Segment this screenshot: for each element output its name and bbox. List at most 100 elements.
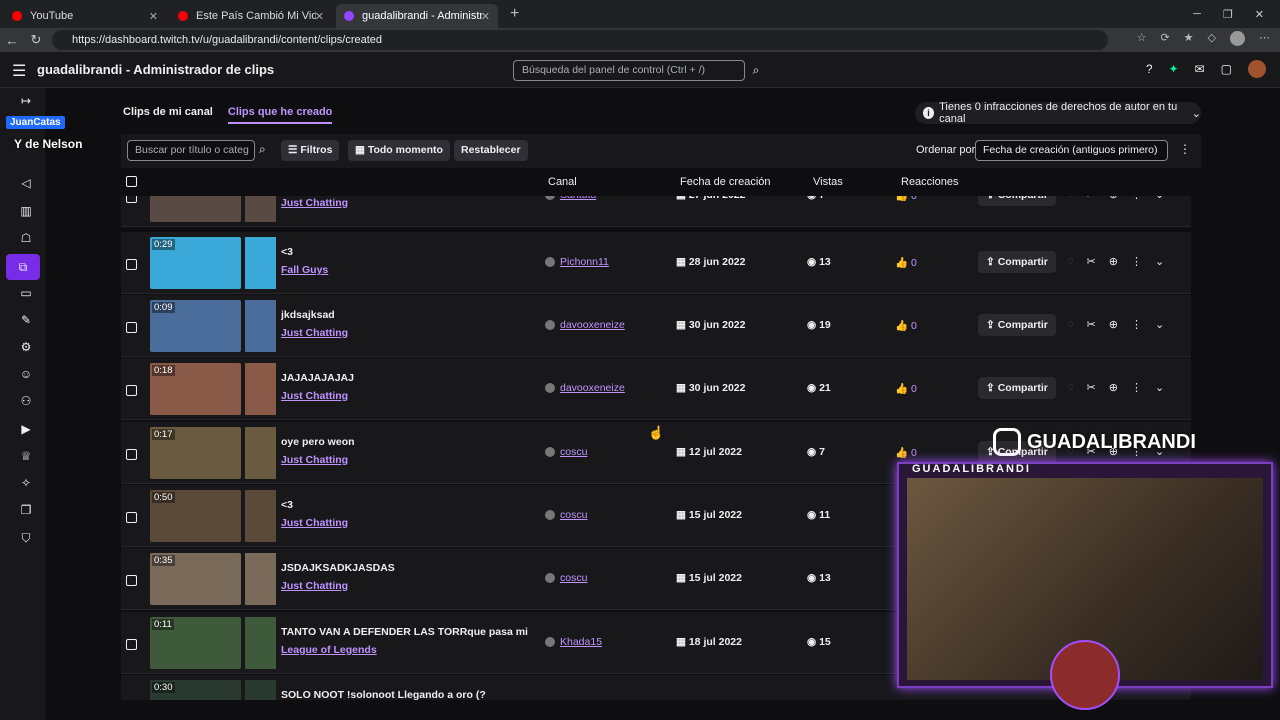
scissors-icon[interactable]: ✂ (1087, 318, 1096, 331)
sort-select[interactable]: Fecha de creación (antiguos primero) ⌄ (975, 140, 1168, 175)
row-checkbox[interactable] (126, 639, 137, 650)
chevron-down-icon[interactable]: ⌄ (1155, 318, 1164, 331)
search-icon[interactable]: ⌕ (259, 142, 266, 157)
row-checkbox[interactable] (126, 259, 137, 270)
clip-category-link[interactable]: Fall Guys (281, 264, 328, 276)
settings-icon[interactable]: ⚙ (14, 340, 38, 358)
minimize-icon[interactable]: ─ (1193, 8, 1201, 20)
column-channel[interactable]: Canal (548, 176, 577, 188)
scissors-icon[interactable]: ✂ (1087, 381, 1096, 394)
filters-button[interactable]: ☰ Filtros (281, 140, 340, 161)
browser-tab-video[interactable]: Este País Cambió Mi Vida - YouTu✕ (170, 4, 332, 28)
time-range-button[interactable]: ▦ Todo momento (348, 140, 450, 161)
channel-link[interactable]: davooxeneize (545, 382, 625, 394)
chevron-down-icon[interactable]: ⌄ (1155, 381, 1164, 394)
user-avatar[interactable] (1248, 60, 1266, 78)
row-checkbox[interactable] (126, 196, 137, 203)
clip-category-link[interactable]: Just Chatting (281, 390, 348, 402)
select-all-checkbox[interactable] (126, 176, 137, 187)
clip-reactions[interactable]: 👍 0 (895, 256, 917, 269)
emotes-icon[interactable]: ☺ (14, 367, 38, 385)
back-icon[interactable]: ← (0, 33, 24, 48)
row-checkbox[interactable] (126, 322, 137, 333)
more-icon[interactable]: ⋮ (1131, 318, 1142, 331)
channel-link[interactable]: coscu (545, 509, 587, 521)
channel-link[interactable]: Pichonn11 (545, 256, 609, 268)
add-icon[interactable]: ⊕ (1109, 255, 1118, 268)
help-icon[interactable]: ? (1146, 62, 1153, 78)
analytics-icon[interactable]: ▥ (14, 204, 38, 222)
favorites-icon[interactable]: ★ (1184, 31, 1194, 46)
channel-link[interactable]: Khada15 (545, 636, 602, 648)
browser-tab-youtube[interactable]: YouTube ✕ (4, 4, 166, 28)
extensions-icon[interactable]: ⟳ (1160, 31, 1169, 46)
url-field[interactable]: https://dashboard.twitch.tv/u/guadalibra… (52, 30, 1108, 50)
close-icon[interactable]: ✕ (149, 10, 158, 23)
column-views[interactable]: Vistas (813, 176, 843, 188)
clip-category-link[interactable]: Just Chatting (281, 454, 348, 466)
search-icon[interactable]: ⌕ (747, 60, 765, 81)
clip-reactions[interactable]: 👍 0 (895, 196, 917, 202)
share-button[interactable]: ⇪ Compartir (978, 314, 1056, 336)
clip-reactions[interactable]: 👍 0 (895, 446, 917, 459)
clip-reactions[interactable]: 👍 0 (895, 382, 917, 395)
achievements-icon[interactable]: ♕ (14, 449, 38, 467)
tab-created-clips[interactable]: Clips que he creado (227, 106, 333, 124)
collapse-icon[interactable]: ↦ (14, 94, 38, 112)
whispers-icon[interactable]: ▢ (1221, 62, 1232, 78)
channel-link[interactable]: Santutu (545, 196, 596, 201)
column-reactions[interactable]: Reacciones (901, 176, 958, 188)
channel-link[interactable]: coscu (545, 446, 587, 458)
inbox-icon[interactable]: ✉ (1195, 62, 1205, 78)
share-button[interactable]: ⇪ Compartir (978, 196, 1056, 206)
extensions-icon[interactable]: ✧ (14, 476, 38, 494)
reload-icon[interactable]: ↻ (24, 32, 48, 48)
copyright-infringements-badge[interactable]: i Tienes 0 infracciones de derechos de a… (915, 101, 1201, 125)
share-button[interactable]: ⇪ Compartir (978, 377, 1056, 399)
reset-button[interactable]: Restablecer (454, 140, 528, 161)
content-icon[interactable]: ⧉ (6, 254, 40, 280)
clip-thumbnail[interactable] (150, 196, 241, 222)
safety-icon[interactable]: ⛉ (14, 531, 38, 549)
more-icon[interactable]: ⋮ (1131, 381, 1142, 394)
scissors-icon[interactable]: ✂ (1087, 196, 1096, 201)
clip-category-link[interactable]: Just Chatting (281, 580, 348, 592)
tools-icon[interactable]: ✎ (14, 313, 38, 331)
add-icon[interactable]: ⊕ (1109, 196, 1118, 201)
clip-reactions[interactable]: 👍 0 (895, 319, 917, 332)
channel-link[interactable]: coscu (545, 572, 587, 584)
clip-category-link[interactable]: Just Chatting (281, 517, 348, 529)
chevron-down-icon[interactable]: ⌄ (1155, 255, 1164, 268)
community-icon[interactable]: ☖ (14, 231, 38, 249)
scissors-icon[interactable]: ✂ (1087, 255, 1096, 268)
add-icon[interactable]: ⊕ (1109, 318, 1118, 331)
clip-category-link[interactable]: Just Chatting (281, 327, 348, 339)
menu-icon[interactable]: ☰ (12, 61, 26, 81)
chevron-down-icon[interactable]: ⌄ (1155, 196, 1164, 201)
row-checkbox[interactable] (126, 385, 137, 396)
tab-my-channel-clips[interactable]: Clips de mi canal (123, 106, 213, 124)
monetization-icon[interactable]: ▭ (14, 286, 38, 304)
clip-category-link[interactable]: League of Legends (281, 644, 377, 656)
star-icon[interactable]: ☆ (1137, 31, 1147, 46)
turbo-icon[interactable]: ✦ (1169, 62, 1179, 78)
broadcast-icon[interactable]: ◁ (14, 176, 38, 194)
column-created[interactable]: Fecha de creación (680, 176, 771, 188)
close-window-icon[interactable]: ✕ (1255, 8, 1264, 21)
channel-link[interactable]: davooxeneize (545, 319, 625, 331)
maximize-icon[interactable]: ❐ (1223, 8, 1233, 21)
clip-search-input[interactable]: Buscar por título o categ (127, 140, 255, 161)
shield-icon[interactable]: ◇ (1208, 31, 1216, 46)
share-button[interactable]: ⇪ Compartir (978, 251, 1056, 273)
video-icon[interactable]: ▶ (14, 422, 38, 440)
browser-tab-twitch[interactable]: guadalibrandi - Administrador de✕ (336, 4, 498, 28)
add-icon[interactable]: ⊕ (1109, 381, 1118, 394)
more-options-icon[interactable]: ⋮ (1179, 142, 1191, 156)
close-icon[interactable]: ✕ (481, 10, 490, 23)
learn-icon[interactable]: ❐ (14, 503, 38, 521)
row-checkbox[interactable] (126, 512, 137, 523)
more-icon[interactable]: ⋯ (1259, 31, 1270, 46)
row-checkbox[interactable] (126, 449, 137, 460)
more-icon[interactable]: ⋮ (1131, 255, 1142, 268)
row-checkbox[interactable] (126, 575, 137, 586)
